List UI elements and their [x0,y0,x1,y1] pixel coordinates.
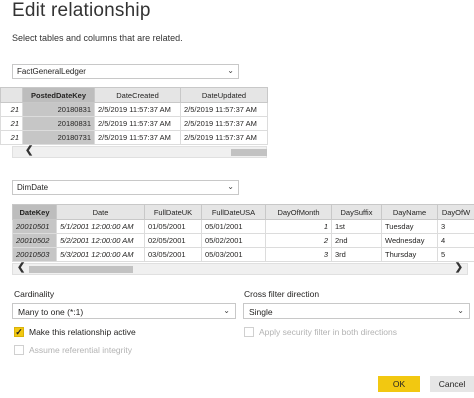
dialog-subtitle: Select tables and columns that are relat… [12,33,183,43]
security-filter-label: Apply security filter in both directions [259,327,397,337]
column-header[interactable]: DateUpdated [180,87,268,103]
scroll-left-icon[interactable]: ❮ [25,145,33,156]
table2-name: DimDate [17,183,49,192]
table-cell: 5/3/2001 12:00:00 AM [56,247,145,262]
table-cell: 5 [437,247,474,262]
table-cell: 2 [265,233,332,248]
table1-preview: PostedDateKey DateCreated DateUpdated 21… [0,87,268,145]
make-active-label: Make this relationship active [29,327,136,337]
table-header-row: DateKey Date FullDateUK FullDateUSA DayO… [12,204,474,220]
table-cell: 2/5/2019 11:57:37 AM [94,102,181,117]
table-cell: Wednesday [381,233,438,248]
table-cell: 05/03/2001 [201,247,266,262]
chevron-down-icon: ⌄ [457,306,464,315]
table2-dropdown[interactable]: DimDate ⌄ [12,180,239,195]
table-cell: 3 [265,247,332,262]
scrollbar-thumb[interactable] [231,149,267,156]
table-cell: 2/5/2019 11:57:37 AM [94,116,181,131]
referential-integrity-label: Assume referential integrity [29,345,132,355]
table-row: 21 20180831 2/5/2019 11:57:37 AM 2/5/201… [0,116,268,131]
cross-filter-label: Cross filter direction [244,289,320,299]
column-header[interactable]: FullDateUK [144,204,202,220]
table-cell: 2/5/2019 11:57:37 AM [180,116,268,131]
table-cell: 2/5/2019 11:57:37 AM [180,102,268,117]
column-header-selected[interactable]: PostedDateKey [22,87,95,103]
table-cell: Tuesday [381,219,438,234]
table1-dropdown[interactable]: FactGeneralLedger ⌄ [12,64,239,79]
table-cell: 05/01/2001 [201,219,266,234]
table-row: 20010503 5/3/2001 12:00:00 AM 03/05/2001… [12,247,474,262]
table-cell[interactable]: 20010502 [12,233,57,248]
chevron-down-icon: ⌄ [227,66,234,75]
table-cell[interactable]: 20180731 [22,130,95,145]
table-cell[interactable]: 20180831 [22,116,95,131]
table-cell: 1st [331,219,382,234]
cardinality-select[interactable]: Many to one (*:1) ⌄ [12,303,236,319]
security-filter-checkbox: Apply security filter in both directions [244,327,397,337]
dialog-title: Edit relationship [12,0,151,21]
table-cell: 21 [0,116,23,131]
table-cell: 2nd [331,233,382,248]
column-header[interactable]: DaySuffix [331,204,382,220]
table-cell: 03/05/2001 [144,247,202,262]
scrollbar-thumb[interactable] [29,266,133,273]
table1-name: FactGeneralLedger [17,67,86,76]
table-cell: 4 [437,233,474,248]
checkmark-icon[interactable]: ✓ [14,327,24,337]
chevron-down-icon: ⌄ [227,182,234,191]
checkbox-box [244,327,254,337]
table2-preview: DateKey Date FullDateUK FullDateUSA DayO… [12,204,474,262]
referential-integrity-checkbox: Assume referential integrity [14,345,132,355]
table-cell[interactable]: 20010501 [12,219,57,234]
table-cell: 05/02/2001 [201,233,266,248]
column-header[interactable]: DateCreated [94,87,181,103]
table-cell: 5/2/2001 12:00:00 AM [56,233,145,248]
table-cell: 21 [0,102,23,117]
column-header[interactable]: DayName [381,204,438,220]
table-cell: 1 [265,219,332,234]
cross-filter-select[interactable]: Single ⌄ [243,303,470,319]
table-cell: 5/1/2001 12:00:00 AM [56,219,145,234]
table-cell: 2/5/2019 11:57:37 AM [94,130,181,145]
checkbox-box [14,345,24,355]
cross-filter-value: Single [249,307,273,317]
table-cell: 3rd [331,247,382,262]
table-row: 21 20180731 2/5/2019 11:57:37 AM 2/5/201… [0,130,268,145]
make-active-checkbox[interactable]: ✓ Make this relationship active [14,327,136,337]
scroll-left-icon[interactable]: ❮ [17,262,25,273]
table-row: 20010502 5/2/2001 12:00:00 AM 02/05/2001… [12,233,474,248]
cardinality-label: Cardinality [14,289,55,299]
column-header[interactable]: DayOfMonth [265,204,332,220]
table-cell: 3 [437,219,474,234]
table1-horizontal-scrollbar[interactable]: ❮ [12,145,267,158]
table-header-row: PostedDateKey DateCreated DateUpdated [0,87,268,103]
table-cell: 01/05/2001 [144,219,202,234]
ok-button[interactable]: OK [378,376,420,392]
column-header[interactable]: FullDateUSA [201,204,266,220]
table-cell: Thursday [381,247,438,262]
table-cell: 21 [0,130,23,145]
table-cell: 2/5/2019 11:57:37 AM [180,130,268,145]
table-row: 21 20180831 2/5/2019 11:57:37 AM 2/5/201… [0,102,268,117]
table-row: 20010501 5/1/2001 12:00:00 AM 01/05/2001… [12,219,474,234]
column-header-selected[interactable]: DateKey [12,204,57,220]
table-cell[interactable]: 20180831 [22,102,95,117]
column-header[interactable]: Date [56,204,145,220]
chevron-down-icon: ⌄ [223,306,230,315]
cancel-button[interactable]: Cancel [430,376,474,392]
scroll-right-icon[interactable]: ❯ [455,262,463,273]
cardinality-value: Many to one (*:1) [18,307,84,317]
column-header[interactable] [0,87,23,103]
table-cell[interactable]: 20010503 [12,247,57,262]
column-header[interactable]: DayOfW [437,204,474,220]
table-cell: 02/05/2001 [144,233,202,248]
table2-horizontal-scrollbar[interactable]: ❮ ❯ [12,262,468,275]
